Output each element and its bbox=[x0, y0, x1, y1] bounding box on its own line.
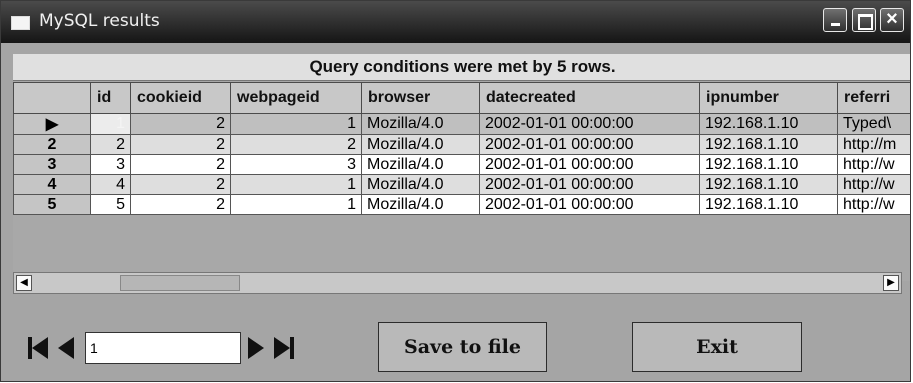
mysql-results-window: MySQL results × Query conditions were me… bbox=[0, 0, 911, 382]
datecreated-cell[interactable]: 2002-01-01 00:00:00 bbox=[479, 134, 700, 155]
column-header[interactable]: referri bbox=[837, 82, 910, 114]
cookieid-cell[interactable]: 2 bbox=[130, 154, 231, 175]
scroll-left-icon[interactable]: ◀ bbox=[16, 275, 32, 291]
cookieid-cell[interactable]: 2 bbox=[130, 113, 231, 135]
row-marker[interactable]: ▶ bbox=[13, 113, 91, 135]
webpageid-cell[interactable]: 3 bbox=[230, 154, 362, 175]
first-record-icon bbox=[28, 337, 48, 359]
browser-cell[interactable]: Mozilla/4.0 bbox=[361, 174, 480, 195]
title-bar[interactable]: MySQL results × bbox=[1, 1, 910, 43]
table-row[interactable]: 2 2 2 2 Mozilla/4.0 2002-01-01 00:00:00 … bbox=[13, 134, 910, 155]
column-header[interactable]: webpageid bbox=[230, 82, 362, 114]
datecreated-cell[interactable]: 2002-01-01 00:00:00 bbox=[479, 113, 700, 135]
scroll-right-icon[interactable]: ▶ bbox=[883, 275, 899, 291]
row-marker[interactable]: 3 bbox=[13, 154, 91, 175]
webpageid-cell[interactable]: 2 bbox=[230, 134, 362, 155]
id-cell[interactable]: 4 bbox=[90, 174, 131, 195]
row-selector-header bbox=[13, 82, 91, 114]
record-number-input[interactable] bbox=[85, 332, 241, 364]
table-row[interactable]: ▶ 1 2 1 Mozilla/4.0 2002-01-01 00:00:00 … bbox=[13, 113, 910, 135]
row-marker[interactable]: 5 bbox=[13, 194, 91, 215]
browser-cell[interactable]: Mozilla/4.0 bbox=[361, 194, 480, 215]
previous-record-icon bbox=[58, 337, 74, 359]
table-row[interactable]: 3 3 2 3 Mozilla/4.0 2002-01-01 00:00:00 … bbox=[13, 154, 910, 175]
column-header[interactable]: id bbox=[90, 82, 131, 114]
ipnumber-cell[interactable]: 192.168.1.10 bbox=[699, 134, 838, 155]
results-table[interactable]: id cookieid webpageid browser datecreate… bbox=[13, 82, 910, 215]
maximize-button[interactable] bbox=[852, 8, 876, 32]
cookieid-cell[interactable]: 2 bbox=[130, 174, 231, 195]
datecreated-cell[interactable]: 2002-01-01 00:00:00 bbox=[479, 154, 700, 175]
browser-cell[interactable]: Mozilla/4.0 bbox=[361, 134, 480, 155]
query-message: Query conditions were met by 5 rows. bbox=[13, 54, 910, 81]
webpageid-cell[interactable]: 1 bbox=[230, 194, 362, 215]
id-cell[interactable]: 1 bbox=[90, 113, 131, 135]
row-marker[interactable]: 4 bbox=[13, 174, 91, 195]
next-record-icon bbox=[248, 337, 264, 359]
browser-cell[interactable]: Mozilla/4.0 bbox=[361, 113, 480, 135]
close-button[interactable]: × bbox=[880, 8, 904, 32]
ipnumber-cell[interactable]: 192.168.1.10 bbox=[699, 194, 838, 215]
ipnumber-cell[interactable]: 192.168.1.10 bbox=[699, 113, 838, 135]
cookieid-cell[interactable]: 2 bbox=[130, 194, 231, 215]
referrer-cell[interactable]: http://w bbox=[837, 174, 910, 195]
table-row[interactable]: 4 4 2 1 Mozilla/4.0 2002-01-01 00:00:00 … bbox=[13, 174, 910, 195]
last-record-icon bbox=[274, 337, 294, 359]
column-header[interactable]: cookieid bbox=[130, 82, 231, 114]
cookieid-cell[interactable]: 2 bbox=[130, 134, 231, 155]
webpageid-cell[interactable]: 1 bbox=[230, 174, 362, 195]
scroll-thumb[interactable] bbox=[120, 275, 240, 291]
datecreated-cell[interactable]: 2002-01-01 00:00:00 bbox=[479, 174, 700, 195]
header-row: id cookieid webpageid browser datecreate… bbox=[13, 82, 910, 114]
last-record-button[interactable] bbox=[272, 332, 296, 364]
results-grid[interactable]: Query conditions were met by 5 rows. id … bbox=[13, 54, 910, 281]
column-header[interactable]: browser bbox=[361, 82, 480, 114]
referrer-cell[interactable]: http://w bbox=[837, 154, 910, 175]
close-icon: × bbox=[886, 8, 898, 30]
window-title: MySQL results bbox=[39, 11, 160, 31]
column-header[interactable]: datecreated bbox=[479, 82, 700, 114]
exit-button[interactable]: Exit bbox=[632, 322, 802, 372]
referrer-cell[interactable]: http://m bbox=[837, 134, 910, 155]
ipnumber-cell[interactable]: 192.168.1.10 bbox=[699, 174, 838, 195]
horizontal-scrollbar[interactable]: ◀ ▶ bbox=[13, 272, 902, 294]
datecreated-cell[interactable]: 2002-01-01 00:00:00 bbox=[479, 194, 700, 215]
id-cell[interactable]: 5 bbox=[90, 194, 131, 215]
browser-cell[interactable]: Mozilla/4.0 bbox=[361, 154, 480, 175]
id-cell[interactable]: 3 bbox=[90, 154, 131, 175]
first-record-button[interactable] bbox=[26, 332, 50, 364]
ipnumber-cell[interactable]: 192.168.1.10 bbox=[699, 154, 838, 175]
window-icon bbox=[11, 16, 30, 30]
referrer-cell[interactable]: http://w bbox=[837, 194, 910, 215]
previous-record-button[interactable] bbox=[54, 332, 78, 364]
column-header[interactable]: ipnumber bbox=[699, 82, 838, 114]
referrer-cell[interactable]: Typed\ bbox=[837, 113, 910, 135]
row-marker[interactable]: 2 bbox=[13, 134, 91, 155]
minimize-button[interactable] bbox=[823, 8, 847, 32]
save-to-file-button[interactable]: Save to file bbox=[378, 322, 547, 372]
next-record-button[interactable] bbox=[244, 332, 268, 364]
id-cell[interactable]: 2 bbox=[90, 134, 131, 155]
table-row[interactable]: 5 5 2 1 Mozilla/4.0 2002-01-01 00:00:00 … bbox=[13, 194, 910, 215]
webpageid-cell[interactable]: 1 bbox=[230, 113, 362, 135]
